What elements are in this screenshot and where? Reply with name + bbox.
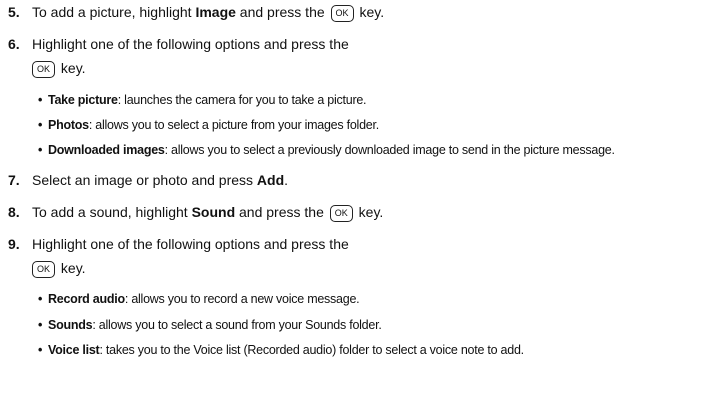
bullet-term: Sounds (48, 318, 93, 332)
step-number: 6. (8, 36, 20, 52)
step-9-continuation: OK key. (32, 259, 86, 278)
step-6-continuation: OK key. (32, 59, 86, 78)
ok-key-icon: OK (330, 5, 354, 22)
bullet-desc: : allows you to record a new voice messa… (124, 292, 360, 306)
step-bold-term: Image (195, 4, 236, 20)
bullet-term: Take picture (48, 93, 118, 107)
bullet-item: • Photos: allows you to select a picture … (38, 117, 379, 133)
bullet-dot-icon: • (38, 143, 43, 157)
bullet-dot-icon: • (38, 318, 43, 332)
ok-key-icon: OK (329, 205, 353, 222)
bullet-desc: : takes you to the Voice list (Recorded … (99, 343, 524, 357)
step-number: 9. (8, 236, 20, 252)
step-7: 7. Select an image or photo and press Add… (8, 171, 288, 189)
bullet-item: • Record audio: allows you to record a ne… (38, 291, 360, 307)
bullet-term: Record audio (48, 292, 125, 306)
bullet-desc: : launches the camera for you to take a … (117, 93, 367, 107)
bullet-dot-icon: • (38, 343, 43, 357)
step-9: 9. Highlight one of the following options… (8, 235, 349, 253)
bullet-item: • Voice list: takes you to the Voice list… (38, 342, 524, 358)
step-text: key. (355, 4, 385, 20)
step-number: 8. (8, 204, 20, 220)
step-6: 6. Highlight one of the following options… (8, 35, 349, 53)
bullet-term: Downloaded images (48, 143, 165, 157)
bullet-desc: : allows you to select a previously down… (164, 143, 615, 157)
step-text: To add a sound, highlight (32, 204, 192, 220)
step-5: 5. To add a picture, highlight Image and … (8, 3, 384, 22)
step-text: key. (354, 204, 384, 220)
step-text: Highlight one of the following options a… (32, 36, 349, 52)
step-text: Highlight one of the following options a… (32, 236, 349, 252)
bullet-dot-icon: • (38, 292, 43, 306)
step-bold-term: Sound (191, 204, 236, 220)
step-8: 8. To add a sound, highlight Sound and pr… (8, 203, 383, 222)
bullet-term: Photos (48, 118, 89, 132)
ok-key-icon: OK (32, 61, 56, 78)
step-text: . (284, 172, 289, 188)
step-text: key. (57, 60, 86, 76)
bullet-desc: : allows you to select a sound from your… (92, 318, 382, 332)
step-bold-term: Add (256, 172, 285, 188)
step-text: and press the (235, 4, 329, 20)
bullet-desc: : allows you to select a picture from yo… (88, 118, 379, 132)
step-text: key. (57, 260, 86, 276)
step-text: and press the (235, 204, 328, 220)
manual-page: 5. To add a picture, highlight Image and … (0, 0, 721, 411)
bullet-term: Voice list (48, 343, 100, 357)
bullet-item: • Downloaded images: allows you to select… (38, 142, 615, 158)
bullet-item: • Sounds: allows you to select a sound fr… (38, 317, 382, 333)
step-number: 5. (8, 4, 20, 20)
bullet-item: • Take picture: launches the camera for y… (38, 92, 367, 108)
bullet-dot-icon: • (38, 118, 43, 132)
step-text: Select an image or photo and press (32, 172, 257, 188)
bullet-dot-icon: • (38, 93, 43, 107)
step-number: 7. (8, 172, 20, 188)
ok-key-icon: OK (32, 261, 56, 278)
step-text: To add a picture, highlight (32, 4, 196, 20)
